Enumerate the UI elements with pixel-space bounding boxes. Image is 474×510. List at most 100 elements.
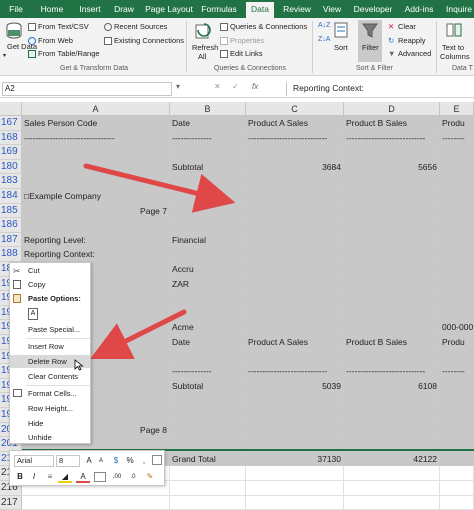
cell-b-183[interactable] [170, 174, 246, 189]
cell-a-186[interactable] [22, 218, 170, 233]
cell-d-168[interactable]: ---------------------------- [344, 130, 440, 146]
paintbrush-icon[interactable]: ✎ [144, 471, 156, 483]
cell-d-185[interactable] [344, 203, 440, 219]
from-text-csv-button[interactable]: From Text/CSV [38, 22, 89, 32]
cell-c-167[interactable]: Product A Sales [246, 116, 344, 131]
cell-e-191[interactable] [440, 291, 474, 306]
row-header[interactable]: 167 [0, 116, 22, 131]
existing-connections-button[interactable]: Existing Connections [114, 36, 184, 46]
cell-e-167[interactable]: Produ [440, 116, 474, 131]
cell-b-215[interactable] [170, 466, 246, 481]
queries-connections-button[interactable]: Queries & Connections [230, 22, 307, 32]
cell-e-215[interactable] [440, 466, 474, 481]
cell-e-200[interactable] [440, 422, 474, 438]
cell-d-193[interactable] [344, 320, 440, 335]
grow-font-icon[interactable]: A [84, 455, 94, 467]
cell-b-168[interactable]: -------------- [170, 130, 246, 146]
italic-button[interactable]: I [28, 471, 40, 483]
column-header-e[interactable]: E [440, 102, 474, 116]
cell-b-196[interactable]: -------------- [170, 364, 246, 379]
cell-c-191[interactable] [246, 291, 344, 306]
cell-d-183[interactable] [344, 174, 440, 189]
menu-item-cut[interactable]: Cut [10, 264, 90, 277]
cell-d-196[interactable]: ---------------------------- [344, 364, 440, 379]
cell-c-215[interactable] [246, 466, 344, 481]
cell-c-188[interactable] [246, 247, 344, 262]
cell-e-168[interactable]: -------- [440, 130, 474, 146]
cell-d-192[interactable] [344, 305, 440, 321]
cell-d-187[interactable] [344, 232, 440, 248]
menu-item-clear-contents[interactable]: Clear Contents [10, 370, 90, 383]
cell-b-184[interactable] [170, 189, 246, 204]
cell-b-197[interactable]: Subtotal [170, 378, 246, 394]
cell-e-198[interactable] [440, 393, 474, 408]
cell-a-188[interactable]: Reporting Context: [22, 247, 170, 262]
cell-e-189[interactable] [440, 262, 474, 277]
cell-e-192[interactable] [440, 305, 474, 321]
filter-button[interactable]: Filter [362, 43, 379, 53]
cell-b-191[interactable] [170, 291, 246, 306]
cell-d-215[interactable] [344, 466, 440, 481]
from-table-range-button[interactable]: From Table/Range [38, 49, 100, 59]
cell-d-216[interactable] [344, 481, 440, 496]
cell-e-194[interactable]: Produ [440, 335, 474, 350]
cell-e-180[interactable] [440, 159, 474, 175]
menu-item-hide[interactable]: Hide [10, 417, 90, 430]
row-header[interactable]: 168 [0, 130, 22, 146]
cancel-icon[interactable]: ✕ [214, 82, 221, 91]
from-web-button[interactable]: From Web [38, 36, 73, 46]
cell-b-186[interactable] [170, 218, 246, 233]
tab-home[interactable]: Home [38, 0, 66, 18]
menu-item-paste-special[interactable]: Paste Special... [10, 323, 90, 336]
increase-decimal-icon[interactable]: .00 [110, 471, 124, 483]
cell-b-195[interactable] [170, 349, 246, 365]
cell-e-197[interactable] [440, 378, 474, 394]
tab-data[interactable]: Data [246, 2, 274, 18]
tab-add-ins[interactable]: Add-ins [402, 0, 436, 18]
cell-e-201[interactable] [440, 437, 474, 452]
currency-icon[interactable]: $ [110, 455, 122, 467]
decrease-decimal-icon[interactable]: .0 [126, 471, 140, 483]
tab-draw[interactable]: Draw [112, 0, 136, 18]
cell-c-186[interactable] [246, 218, 344, 233]
cell-a-187[interactable]: Reporting Level: [22, 232, 170, 248]
cell-c-190[interactable] [246, 276, 344, 292]
cell-b-180[interactable]: Subtotal [170, 159, 246, 175]
cell-c-197[interactable]: 5039 [246, 378, 344, 394]
cell-c-214[interactable]: 37130 [246, 451, 344, 467]
cell-d-186[interactable] [344, 218, 440, 233]
cell-d-180[interactable]: 5656 [344, 159, 440, 175]
cell-a-167[interactable]: Sales Person Code [22, 116, 170, 131]
row-header[interactable]: 186 [0, 218, 22, 233]
cell-b-192[interactable] [170, 305, 246, 321]
sort-button[interactable]: Sort [334, 43, 348, 53]
cell-a-183[interactable] [22, 174, 170, 189]
format-painter-icon[interactable] [152, 455, 162, 465]
cell-b-188[interactable] [170, 247, 246, 262]
row-header[interactable]: 188 [0, 247, 22, 262]
cell-e-190[interactable] [440, 276, 474, 292]
cell-c-201[interactable] [246, 437, 344, 452]
cell-c-192[interactable] [246, 305, 344, 321]
cell-c-196[interactable]: ---------------------------- [246, 364, 344, 379]
menu-item-format-cells[interactable]: Format Cells... [10, 387, 90, 400]
cell-c-198[interactable] [246, 393, 344, 408]
cell-b-190[interactable]: ZAR [170, 276, 246, 292]
clear-button[interactable]: Clear [398, 22, 416, 32]
tab-review[interactable]: Review [282, 0, 312, 18]
menu-item-row-height[interactable]: Row Height... [10, 402, 90, 415]
cell-d-190[interactable] [344, 276, 440, 292]
cell-b-185[interactable] [170, 203, 246, 219]
cell-b-201[interactable] [170, 437, 246, 452]
cell-b-199[interactable] [170, 408, 246, 423]
reapply-button[interactable]: Reapply [398, 36, 426, 46]
cell-d-214[interactable]: 42122 [344, 451, 440, 467]
tab-developer[interactable]: Developer [352, 0, 394, 18]
cell-b-200[interactable] [170, 422, 246, 438]
font-name-field[interactable]: Arial [14, 455, 54, 467]
borders-icon[interactable] [94, 472, 106, 482]
cell-d-169[interactable] [344, 145, 440, 160]
percent-icon[interactable]: % [124, 455, 136, 467]
cell-b-193[interactable]: Acme [170, 320, 246, 335]
cell-e-214[interactable] [440, 451, 474, 467]
